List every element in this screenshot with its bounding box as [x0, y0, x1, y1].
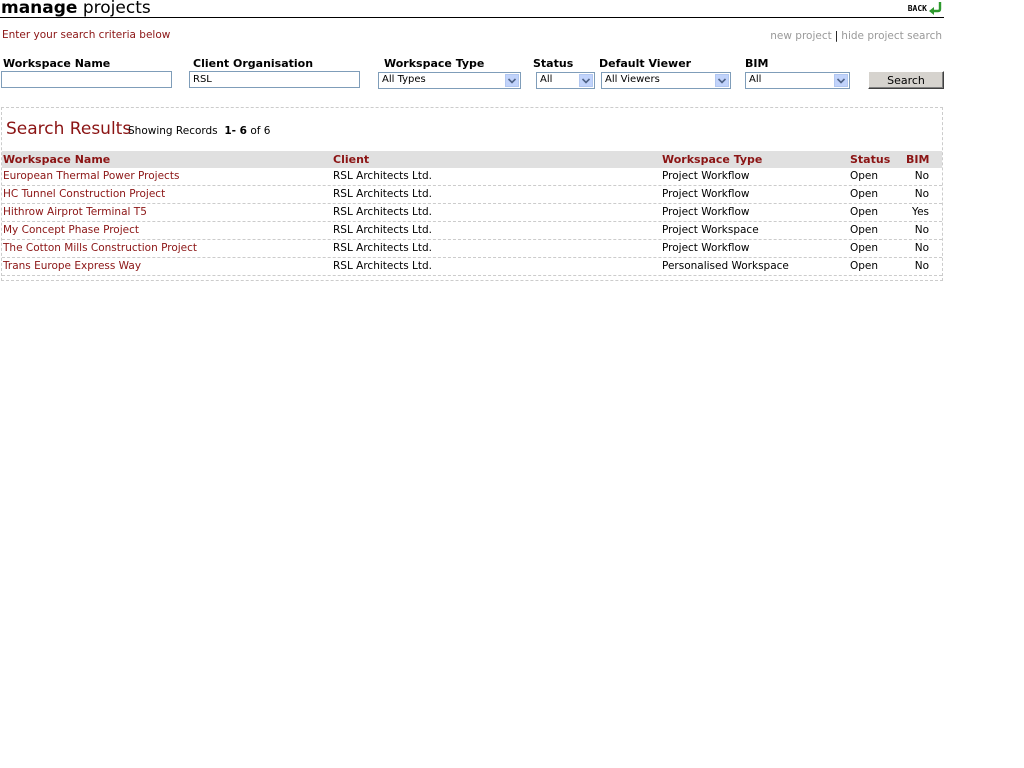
table-row: Hithrow Airprot Terminal T5 RSL Architec… — [2, 204, 942, 222]
status-label: Status — [533, 57, 574, 70]
column-header-workspace-type[interactable]: Workspace Type — [662, 153, 762, 166]
bim-cell: Yes — [912, 206, 929, 218]
status-select[interactable]: All — [536, 72, 595, 89]
bim-cell: No — [914, 260, 929, 272]
workspace-name-input[interactable] — [1, 71, 172, 88]
workspace-name-link[interactable]: The Cotton Mills Construction Project — [3, 242, 197, 254]
workspace-name-link[interactable]: My Concept Phase Project — [3, 224, 139, 236]
workspace-name-link[interactable]: HC Tunnel Construction Project — [3, 188, 165, 200]
hide-project-search-link[interactable]: hide project search — [841, 30, 942, 42]
column-header-client[interactable]: Client — [333, 153, 369, 166]
results-table-header: Workspace Name Client Workspace Type Sta… — [2, 151, 942, 168]
status-cell: Open — [850, 188, 879, 200]
table-row: My Concept Phase Project RSL Architects … — [2, 222, 942, 240]
bim-value: All — [749, 74, 762, 85]
link-separator: | — [834, 30, 839, 42]
workspace-type-cell: Personalised Workspace — [662, 260, 789, 272]
client-cell: RSL Architects Ltd. — [333, 242, 433, 254]
status-cell: Open — [850, 242, 879, 254]
column-header-workspace-name[interactable]: Workspace Name — [3, 153, 110, 166]
records-of: of — [250, 125, 261, 137]
records-total: 6 — [263, 125, 271, 137]
table-row: European Thermal Power Projects RSL Arch… — [2, 168, 942, 186]
default-viewer-label: Default Viewer — [599, 57, 692, 70]
search-results-title: Search Results — [6, 119, 132, 139]
back-label: BACK — [907, 3, 927, 13]
client-cell: RSL Architects Ltd. — [333, 188, 433, 200]
title-bar: manage projects BACK — [0, 0, 944, 18]
workspace-type-value: All Types — [382, 74, 426, 85]
workspace-name-label: Workspace Name — [3, 57, 111, 70]
search-button[interactable]: Search — [868, 71, 944, 89]
workspace-type-cell: Project Workflow — [662, 242, 750, 254]
search-instructions: Enter your search criteria below — [2, 29, 171, 41]
status-cell: Open — [850, 170, 879, 182]
default-viewer-select[interactable]: All Viewers — [601, 72, 731, 89]
table-row: The Cotton Mills Construction Project RS… — [2, 240, 942, 258]
table-row: HC Tunnel Construction Project RSL Archi… — [2, 186, 942, 204]
status-cell: Open — [850, 260, 879, 272]
chevron-down-icon[interactable] — [834, 74, 848, 87]
client-cell: RSL Architects Ltd. — [333, 206, 433, 218]
new-project-link[interactable]: new project — [770, 30, 831, 42]
workspace-name-link[interactable]: Hithrow Airprot Terminal T5 — [3, 206, 147, 218]
table-row: Trans Europe Express Way RSL Architects … — [2, 258, 942, 276]
client-cell: RSL Architects Ltd. — [333, 224, 433, 236]
client-organisation-input[interactable] — [189, 71, 360, 88]
bim-cell: No — [914, 170, 929, 182]
page-title: manage projects — [1, 0, 151, 19]
records-count: Showing Records 1- 6 of 6 — [128, 125, 270, 137]
client-cell: RSL Architects Ltd. — [333, 170, 433, 182]
workspace-name-link[interactable]: European Thermal Power Projects — [3, 170, 179, 182]
workspace-type-cell: Project Workflow — [662, 188, 750, 200]
bim-label: BIM — [745, 57, 769, 70]
workspace-type-cell: Project Workspace — [662, 224, 759, 236]
workspace-type-cell: Project Workflow — [662, 170, 750, 182]
chevron-down-icon[interactable] — [715, 74, 729, 87]
page-title-rest: projects — [77, 0, 151, 18]
workspace-type-select[interactable]: All Types — [378, 72, 521, 89]
column-header-bim[interactable]: BIM — [906, 153, 929, 166]
bim-cell: No — [914, 242, 929, 254]
status-cell: Open — [850, 224, 879, 236]
bim-select[interactable]: All — [745, 72, 850, 89]
bim-cell: No — [914, 188, 929, 200]
client-organisation-label: Client Organisation — [193, 57, 314, 70]
status-value: All — [540, 74, 553, 85]
back-arrow-icon — [929, 2, 942, 15]
status-cell: Open — [850, 206, 879, 218]
workspace-name-link[interactable]: Trans Europe Express Way — [3, 260, 141, 272]
chevron-down-icon[interactable] — [505, 74, 519, 87]
chevron-down-icon[interactable] — [579, 74, 593, 87]
records-prefix: Showing Records — [128, 125, 218, 137]
workspace-type-cell: Project Workflow — [662, 206, 750, 218]
client-cell: RSL Architects Ltd. — [333, 260, 433, 272]
bim-cell: No — [914, 224, 929, 236]
top-links: new project | hide project search — [770, 30, 942, 42]
records-range: 1- 6 — [224, 125, 247, 137]
back-button[interactable]: BACK — [908, 1, 942, 15]
workspace-type-label: Workspace Type — [384, 57, 485, 70]
default-viewer-value: All Viewers — [605, 74, 660, 85]
column-header-status[interactable]: Status — [850, 153, 890, 166]
page-title-bold: manage — [1, 0, 78, 18]
